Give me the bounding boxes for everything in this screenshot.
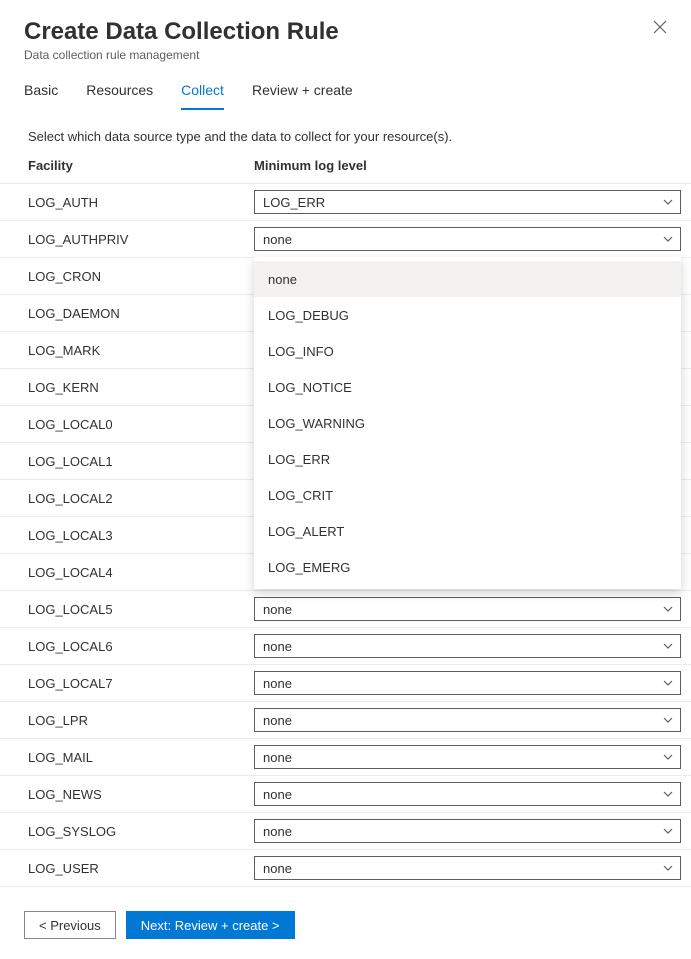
table-row: LOG_AUTHPRIV none (0, 221, 691, 258)
chevron-down-icon (662, 714, 674, 726)
next-button[interactable]: Next: Review + create > (126, 911, 295, 939)
log-level-select-wrap: none (254, 782, 681, 806)
log-level-select-wrap: none (254, 745, 681, 769)
footer: < Previous Next: Review + create > (0, 897, 691, 959)
log-level-select-wrap: none (254, 708, 681, 732)
page-title: Create Data Collection Rule (24, 18, 667, 46)
log-level-value: none (263, 713, 292, 728)
chevron-down-icon (662, 862, 674, 874)
dropdown-option[interactable]: LOG_ALERT (254, 513, 681, 549)
log-level-value: none (263, 824, 292, 839)
log-level-select-wrap: none (254, 227, 681, 251)
log-level-select[interactable]: none (254, 597, 681, 621)
facility-label: LOG_LOCAL7 (28, 676, 254, 691)
chevron-down-icon (662, 751, 674, 763)
dropdown-option[interactable]: LOG_DEBUG (254, 297, 681, 333)
previous-button[interactable]: < Previous (24, 911, 116, 939)
close-button[interactable] (653, 20, 671, 38)
log-level-value: LOG_ERR (263, 195, 325, 210)
dropdown-option[interactable]: LOG_WARNING (254, 405, 681, 441)
log-level-select[interactable]: LOG_ERR (254, 190, 681, 214)
log-level-select[interactable]: none (254, 671, 681, 695)
dropdown-option[interactable]: LOG_CRIT (254, 477, 681, 513)
log-level-select[interactable]: none (254, 782, 681, 806)
dropdown-option[interactable]: none (254, 261, 681, 297)
table-row: LOG_LOCAL6 none (0, 628, 691, 665)
facility-label: LOG_KERN (28, 380, 254, 395)
facility-label: LOG_LOCAL4 (28, 565, 254, 580)
log-level-value: none (263, 861, 292, 876)
facility-label: LOG_AUTHPRIV (28, 232, 254, 247)
facility-label: LOG_DAEMON (28, 306, 254, 321)
log-level-select[interactable]: none (254, 634, 681, 658)
instructions-text: Select which data source type and the da… (0, 111, 691, 158)
log-level-value: none (263, 750, 292, 765)
facility-label: LOG_LOCAL0 (28, 417, 254, 432)
facility-label: LOG_SYSLOG (28, 824, 254, 839)
facility-label: LOG_USER (28, 861, 254, 876)
table-row: LOG_MAIL none (0, 739, 691, 776)
table-row: LOG_USER none (0, 850, 691, 887)
table-row: LOG_LOCAL7 none (0, 665, 691, 702)
facility-label: LOG_LPR (28, 713, 254, 728)
dropdown-option[interactable]: LOG_NOTICE (254, 369, 681, 405)
facility-label: LOG_MAIL (28, 750, 254, 765)
dropdown-option[interactable]: LOG_EMERG (254, 549, 681, 585)
table-row: LOG_SYSLOG none (0, 813, 691, 850)
facility-label: LOG_LOCAL2 (28, 491, 254, 506)
log-level-select-wrap: none (254, 634, 681, 658)
tabs: Basic Resources Collect Review + create (0, 68, 691, 111)
facility-label: LOG_LOCAL3 (28, 528, 254, 543)
tab-basic[interactable]: Basic (24, 82, 58, 110)
table-row: LOG_AUTH LOG_ERR (0, 184, 691, 221)
log-level-select[interactable]: none (254, 745, 681, 769)
chevron-down-icon (662, 640, 674, 652)
tab-collect[interactable]: Collect (181, 82, 224, 110)
log-level-select[interactable]: none (254, 819, 681, 843)
chevron-down-icon (662, 603, 674, 615)
tab-review-create[interactable]: Review + create (252, 82, 353, 110)
table-row: LOG_NEWS none (0, 776, 691, 813)
chevron-down-icon (662, 788, 674, 800)
tab-resources[interactable]: Resources (86, 82, 153, 110)
log-level-dropdown[interactable]: noneLOG_DEBUGLOG_INFOLOG_NOTICELOG_WARNI… (254, 257, 681, 589)
facility-label: LOG_NEWS (28, 787, 254, 802)
facility-label: LOG_LOCAL5 (28, 602, 254, 617)
page-subtitle: Data collection rule management (24, 48, 667, 62)
chevron-down-icon (662, 233, 674, 245)
facility-label: LOG_CRON (28, 269, 254, 284)
log-level-value: none (263, 787, 292, 802)
facility-label: LOG_LOCAL6 (28, 639, 254, 654)
chevron-down-icon (662, 677, 674, 689)
log-level-select-wrap: none (254, 671, 681, 695)
facility-label: LOG_LOCAL1 (28, 454, 254, 469)
log-level-value: none (263, 676, 292, 691)
dropdown-option[interactable]: LOG_INFO (254, 333, 681, 369)
close-icon (653, 22, 667, 37)
table-row: LOG_LOCAL5 none (0, 591, 691, 628)
table-header: Facility Minimum log level (0, 158, 691, 183)
facility-label: LOG_AUTH (28, 195, 254, 210)
column-header-facility: Facility (28, 158, 254, 173)
log-level-select[interactable]: none (254, 227, 681, 251)
log-level-select-wrap: none (254, 819, 681, 843)
log-level-select-wrap: none (254, 597, 681, 621)
log-level-select[interactable]: none (254, 856, 681, 880)
facility-label: LOG_MARK (28, 343, 254, 358)
log-level-value: none (263, 602, 292, 617)
log-level-select[interactable]: none (254, 708, 681, 732)
log-level-value: none (263, 639, 292, 654)
log-level-value: none (263, 232, 292, 247)
column-header-level: Minimum log level (254, 158, 667, 173)
log-level-select-wrap: none (254, 856, 681, 880)
chevron-down-icon (662, 825, 674, 837)
table-row: LOG_LPR none (0, 702, 691, 739)
log-level-select-wrap: LOG_ERR (254, 190, 681, 214)
dropdown-option[interactable]: LOG_ERR (254, 441, 681, 477)
chevron-down-icon (662, 196, 674, 208)
